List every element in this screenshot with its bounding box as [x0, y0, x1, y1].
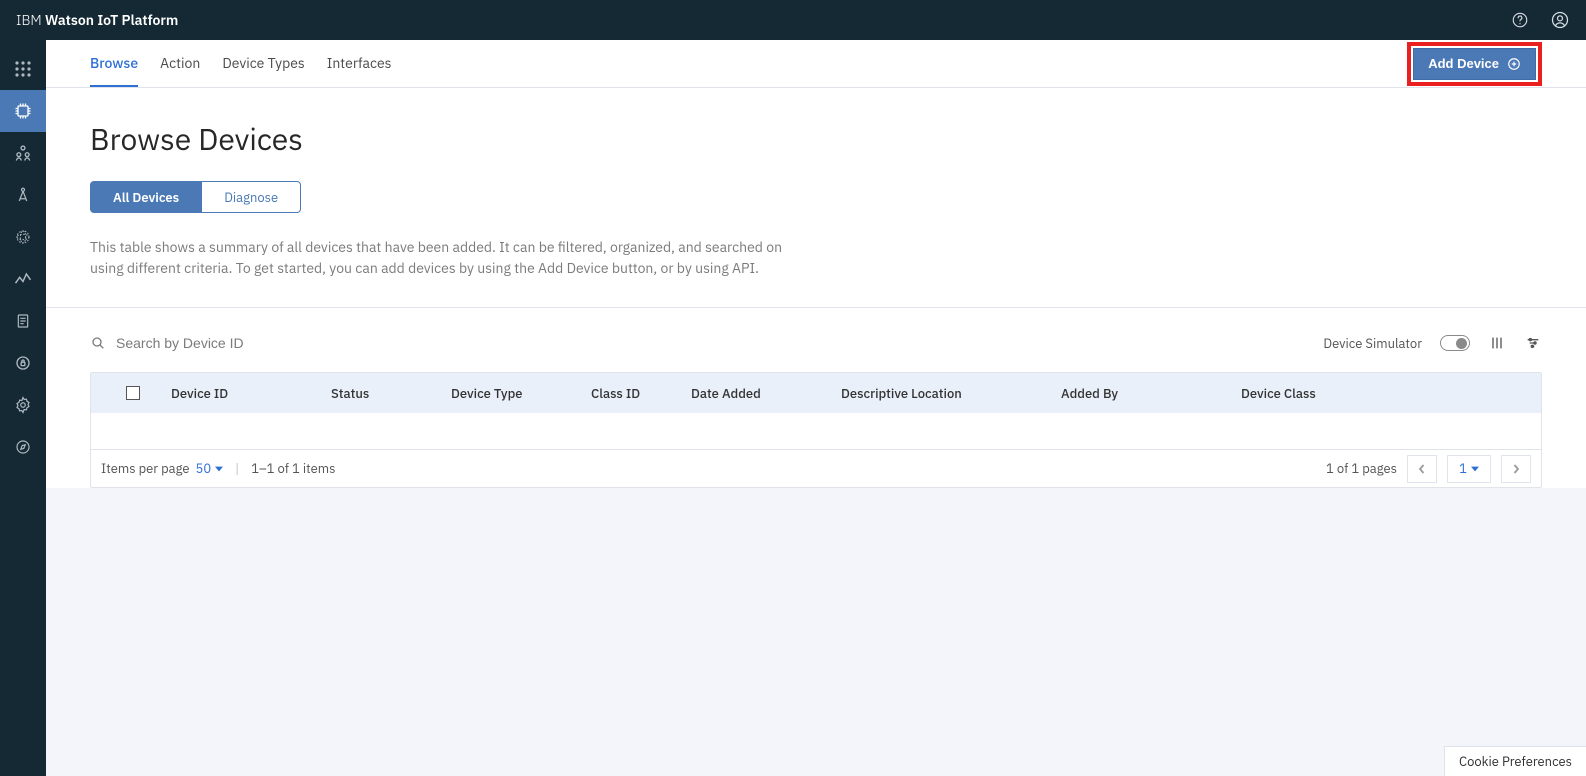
th-status[interactable]: Status — [323, 385, 443, 402]
page-description: This table shows a summary of all device… — [90, 237, 810, 279]
page-select[interactable]: 1 — [1447, 455, 1491, 483]
select-all-checkbox[interactable] — [126, 386, 140, 400]
prev-page-button[interactable] — [1407, 455, 1437, 483]
items-per-page-select[interactable]: 50 — [196, 460, 224, 477]
device-simulator-label: Device Simulator — [1323, 335, 1422, 352]
nav-logs-icon[interactable] — [0, 300, 46, 342]
th-date-added[interactable]: Date Added — [683, 385, 833, 402]
add-device-label: Add Device — [1428, 56, 1499, 71]
brand-name: Watson IoT Platform — [45, 11, 178, 29]
search-box[interactable] — [90, 335, 376, 351]
nav-usage-icon[interactable] — [0, 258, 46, 300]
nav-security-icon[interactable] — [0, 342, 46, 384]
nav-settings-icon[interactable] — [0, 384, 46, 426]
brand: IBM Watson IoT Platform — [16, 11, 178, 29]
tab-browse[interactable]: Browse — [90, 40, 138, 87]
page-title: Browse Devices — [90, 120, 1542, 159]
th-device-id[interactable]: Device ID — [163, 385, 323, 402]
items-per-page-label: Items per page — [101, 460, 190, 477]
device-simulator-toggle[interactable] — [1440, 335, 1470, 351]
nav-apps-icon[interactable] — [0, 48, 46, 90]
side-nav — [0, 40, 46, 776]
table-header: Device ID Status Device Type Class ID Da… — [91, 373, 1541, 413]
table-body-empty — [91, 413, 1541, 449]
th-descriptive-location[interactable]: Descriptive Location — [833, 385, 1053, 402]
pages-range: 1 of 1 pages — [1326, 460, 1397, 477]
empty-region — [46, 488, 1586, 776]
main-area: Browse Action Device Types Interfaces Ad… — [46, 40, 1586, 776]
add-device-button[interactable]: Add Device — [1413, 48, 1536, 80]
content-area: Browse Devices All Devices Diagnose This… — [46, 88, 1586, 488]
top-bar-right — [1510, 10, 1570, 30]
nav-compass-icon[interactable] — [0, 174, 46, 216]
table-toolbar: Device Simulator — [90, 308, 1542, 372]
chevron-down-icon — [1471, 465, 1479, 473]
th-device-type[interactable]: Device Type — [443, 385, 583, 402]
th-class-id[interactable]: Class ID — [583, 385, 683, 402]
help-icon[interactable] — [1510, 10, 1530, 30]
tab-interfaces[interactable]: Interfaces — [327, 40, 392, 87]
th-added-by[interactable]: Added By — [1053, 385, 1233, 402]
nav-explore-icon[interactable] — [0, 426, 46, 468]
search-input[interactable] — [116, 335, 376, 351]
user-icon[interactable] — [1550, 10, 1570, 30]
devices-table: Device ID Status Device Type Class ID Da… — [90, 372, 1542, 488]
plus-circle-icon — [1507, 57, 1521, 71]
paginator: Items per page 50 | 1–1 of 1 items 1 of … — [91, 449, 1541, 487]
chevron-down-icon — [215, 465, 223, 473]
next-page-button[interactable] — [1501, 455, 1531, 483]
cookie-preferences-button[interactable]: Cookie Preferences — [1444, 746, 1586, 776]
nav-globe-icon[interactable] — [0, 216, 46, 258]
search-icon — [90, 335, 106, 351]
brand-prefix: IBM — [16, 11, 45, 29]
segment-diagnose[interactable]: Diagnose — [202, 181, 301, 213]
tab-row: Browse Action Device Types Interfaces Ad… — [46, 40, 1586, 88]
tab-device-types[interactable]: Device Types — [222, 40, 304, 87]
add-device-highlight: Add Device — [1407, 42, 1542, 86]
tab-action[interactable]: Action — [160, 40, 200, 87]
segment-all-devices[interactable]: All Devices — [90, 181, 202, 213]
nav-members-icon[interactable] — [0, 132, 46, 174]
nav-devices-icon[interactable] — [0, 90, 46, 132]
columns-icon[interactable] — [1488, 334, 1506, 352]
filter-icon[interactable] — [1524, 334, 1542, 352]
th-device-class[interactable]: Device Class — [1233, 385, 1529, 402]
items-range: 1–1 of 1 items — [251, 460, 335, 477]
segment-control: All Devices Diagnose — [90, 181, 301, 213]
top-bar: IBM Watson IoT Platform — [0, 0, 1586, 40]
